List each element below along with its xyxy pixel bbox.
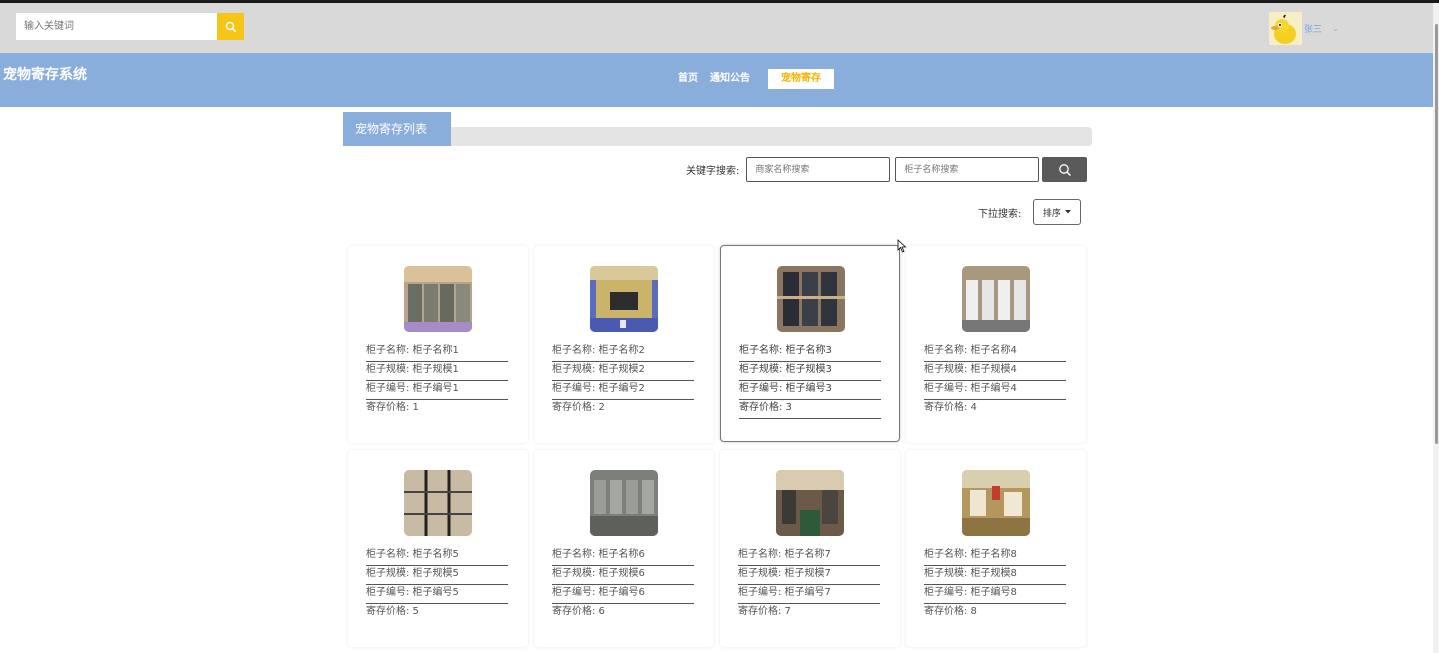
nav-item-notice[interactable]: 通知公告 — [704, 69, 756, 89]
brand-title: 宠物寄存系统 — [3, 67, 87, 83]
cabinet-image[interactable] — [590, 470, 658, 536]
cabinet-code: 柜子编号: 柜子编号7 — [738, 585, 880, 604]
cabinet-image[interactable] — [777, 266, 845, 332]
cabinet-card[interactable]: 柜子名称: 柜子名称7 柜子规模: 柜子规模7 柜子编号: 柜子编号7 寄存价格… — [720, 450, 900, 647]
cabinet-spec: 柜子规模: 柜子规模7 — [738, 566, 880, 585]
keyword-search-label: 关键字搜索: — [686, 166, 740, 177]
cabinet-name-search-input[interactable] — [895, 157, 1040, 182]
panel-header: 宠物寄存列表 — [343, 112, 1092, 146]
cabinet-spec: 柜子规模: 柜子规模5 — [366, 566, 508, 585]
nav-item-home[interactable]: 首页 — [672, 69, 704, 89]
top-bar: 张三 ⌄ — [0, 0, 1439, 53]
cabinet-name: 柜子名称: 柜子名称4 — [924, 343, 1066, 362]
cabinet-card[interactable]: 柜子名称: 柜子名称5 柜子规模: 柜子规模5 柜子编号: 柜子编号5 寄存价格… — [348, 450, 528, 647]
cabinet-name: 柜子名称: 柜子名称2 — [552, 343, 694, 362]
nav-item-pet-storage[interactable]: 宠物寄存 — [768, 69, 834, 89]
cabinet-price: 寄存价格: 7 — [738, 606, 791, 617]
cabinet-card[interactable]: 柜子名称: 柜子名称1 柜子规模: 柜子规模1 柜子编号: 柜子编号1 寄存价格… — [348, 246, 528, 443]
username[interactable]: 张三 — [1304, 22, 1322, 35]
caret-down-icon — [1064, 210, 1071, 214]
cabinet-spec: 柜子规模: 柜子规模2 — [552, 362, 694, 381]
panel-title: 宠物寄存列表 — [343, 112, 451, 146]
scrollbar-thumb[interactable] — [1435, 24, 1438, 444]
header-search-button[interactable] — [217, 13, 244, 40]
cabinet-price: 寄存价格: 3 — [739, 400, 881, 419]
cabinet-name: 柜子名称: 柜子名称6 — [552, 547, 694, 566]
cabinet-code: 柜子编号: 柜子编号4 — [924, 381, 1066, 400]
avatar[interactable] — [1269, 12, 1302, 45]
search-icon — [225, 21, 236, 32]
cabinet-name: 柜子名称: 柜子名称7 — [738, 547, 880, 566]
header-search — [16, 13, 244, 40]
cabinet-image[interactable] — [404, 266, 472, 332]
cabinet-code: 柜子编号: 柜子编号2 — [552, 381, 694, 400]
cabinet-code: 柜子编号: 柜子编号1 — [366, 381, 508, 400]
cabinet-image[interactable] — [590, 266, 658, 332]
cabinet-name: 柜子名称: 柜子名称8 — [924, 547, 1066, 566]
main-navbar: 宠物寄存系统 首页 通知公告 宠物寄存 — [0, 53, 1433, 107]
cabinet-price: 寄存价格: 5 — [366, 606, 419, 617]
dropdown-search-row: 下拉搜索: 排序 — [978, 199, 1082, 225]
cabinet-price: 寄存价格: 2 — [552, 402, 605, 413]
keyword-search-row: 关键字搜索: — [686, 157, 1088, 182]
cabinet-code: 柜子编号: 柜子编号8 — [924, 585, 1066, 604]
cabinet-name: 柜子名称: 柜子名称3 — [739, 343, 881, 362]
sort-dropdown-value: 排序 — [1042, 208, 1061, 219]
cabinet-card[interactable]: 柜子名称: 柜子名称2 柜子规模: 柜子规模2 柜子编号: 柜子编号2 寄存价格… — [534, 246, 714, 443]
cabinet-spec: 柜子规模: 柜子规模3 — [739, 362, 881, 381]
nav-menu: 首页 通知公告 宠物寄存 — [672, 69, 834, 89]
merchant-name-search-input[interactable] — [746, 157, 891, 182]
cabinet-price: 寄存价格: 6 — [552, 606, 605, 617]
cabinet-price: 寄存价格: 1 — [366, 402, 419, 413]
dropdown-search-label: 下拉搜索: — [978, 208, 1022, 220]
user-menu[interactable]: 张三 ⌄ — [1269, 12, 1339, 45]
query-button[interactable] — [1042, 157, 1088, 182]
cabinet-code: 柜子编号: 柜子编号6 — [552, 585, 694, 604]
cabinet-name: 柜子名称: 柜子名称1 — [366, 343, 508, 362]
cabinet-image[interactable] — [776, 470, 844, 536]
cabinet-image[interactable] — [962, 470, 1030, 536]
cabinet-price: 寄存价格: 8 — [924, 606, 977, 617]
cabinet-spec: 柜子规模: 柜子规模1 — [366, 362, 508, 381]
cabinet-card[interactable]: 柜子名称: 柜子名称4 柜子规模: 柜子规模4 柜子编号: 柜子编号4 寄存价格… — [906, 246, 1086, 443]
cabinet-card[interactable]: 柜子名称: 柜子名称3 柜子规模: 柜子规模3 柜子编号: 柜子编号3 寄存价格… — [720, 245, 900, 442]
duck-avatar-icon — [1269, 12, 1302, 45]
cabinet-card[interactable]: 柜子名称: 柜子名称8 柜子规模: 柜子规模8 柜子编号: 柜子编号8 寄存价格… — [906, 450, 1086, 647]
chevron-down-icon[interactable]: ⌄ — [1332, 24, 1339, 33]
sort-dropdown[interactable]: 排序 — [1033, 199, 1082, 225]
cabinet-image[interactable] — [962, 266, 1030, 332]
cabinet-spec: 柜子规模: 柜子规模6 — [552, 566, 694, 585]
panel-header-bar — [343, 127, 1092, 146]
cabinet-price: 寄存价格: 4 — [924, 402, 977, 413]
cabinet-spec: 柜子规模: 柜子规模4 — [924, 362, 1066, 381]
cabinet-code: 柜子编号: 柜子编号5 — [366, 585, 508, 604]
cabinet-name: 柜子名称: 柜子名称5 — [366, 547, 508, 566]
cabinet-spec: 柜子规模: 柜子规模8 — [924, 566, 1066, 585]
cabinet-image[interactable] — [404, 470, 472, 536]
cabinet-code: 柜子编号: 柜子编号3 — [739, 381, 881, 400]
header-search-input[interactable] — [16, 13, 217, 40]
cabinet-card[interactable]: 柜子名称: 柜子名称6 柜子规模: 柜子规模6 柜子编号: 柜子编号6 寄存价格… — [534, 450, 714, 647]
mouse-cursor-icon — [897, 239, 907, 253]
search-icon — [1059, 163, 1071, 176]
